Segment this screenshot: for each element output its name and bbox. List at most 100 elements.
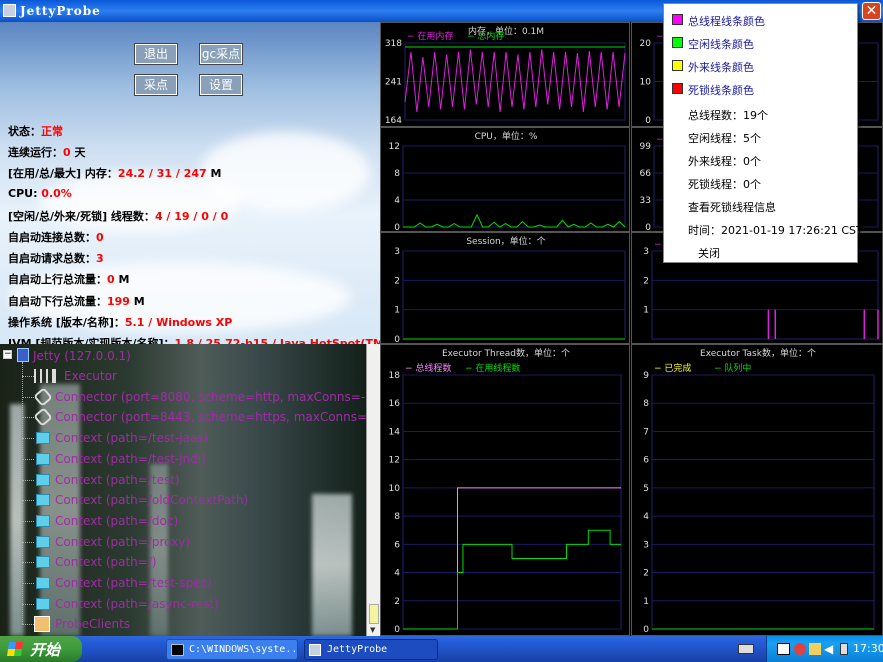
window-title: JettyProbe <box>20 4 101 18</box>
status-label: CPU: <box>8 186 42 200</box>
sample-button[interactable]: 采点 <box>134 74 178 96</box>
tree-node[interactable]: Connector (port=8080, scheme=http, maxCo… <box>55 387 366 407</box>
series-line <box>404 49 626 113</box>
chart-svg: Executor Task数，单位：个 − 已完成 − 队列中 9 8 7 6 5 4 3 2 1 0 <box>643 347 875 635</box>
tree-branch <box>22 624 34 626</box>
executor-icon <box>34 369 56 383</box>
tree-node[interactable]: Context (path=/async-rest) <box>55 594 219 614</box>
app-icon <box>3 4 16 17</box>
status-label: 自启动请求总数： <box>8 252 96 266</box>
status-unit: M <box>129 294 145 308</box>
y-tick-label: 1 <box>394 306 400 316</box>
volume-icon[interactable]: ◀ <box>824 642 833 656</box>
tree-line <box>22 362 23 624</box>
y-tick-label: 2 <box>394 276 400 286</box>
settings-button[interactable]: 设置 <box>199 74 243 96</box>
color-swatch-icon <box>672 60 683 71</box>
clock[interactable]: 17:30 <box>853 642 883 655</box>
collapse-toggle[interactable]: − <box>3 350 12 359</box>
tree-node[interactable]: Context (path=/test-jaas) <box>55 428 208 448</box>
plot-frame <box>651 250 879 340</box>
tree-node[interactable]: Context (path=/test) <box>55 470 180 490</box>
status-row: 自启动下行总流量：199 M <box>8 293 145 309</box>
security-icon[interactable] <box>794 643 806 655</box>
y-tick-label: 12 <box>389 142 400 152</box>
chart-panel: Executor Task数，单位：个 − 已完成 − 队列中 9 8 7 6 5 4 3 2 1 0 <box>631 344 883 636</box>
folder-icon <box>36 494 50 507</box>
keyboard-icon[interactable] <box>738 644 754 654</box>
battery-icon[interactable] <box>840 643 848 655</box>
exit-button[interactable]: 退出 <box>134 43 178 65</box>
network-icon[interactable] <box>777 643 790 655</box>
status-label: 状态： <box>8 125 41 138</box>
color-menu-item[interactable]: 外来线条颜色 <box>688 59 754 75</box>
y-tick-label: 0 <box>394 625 400 635</box>
tree-node[interactable]: Context (path=/doc) <box>55 511 178 531</box>
y-tick-label: 8 <box>394 169 400 179</box>
taskbar: 开始 C:\WINDOWS\syste... JettyProbe ◀ 17:3… <box>0 636 883 662</box>
popup-close-menu-item[interactable]: 关闭 <box>698 245 720 261</box>
y-tick-label: 14 <box>389 427 401 437</box>
color-menu-item[interactable]: 死锁线条颜色 <box>688 82 754 98</box>
tree-branch <box>22 376 34 377</box>
y-tick-label: 1 <box>643 597 649 607</box>
tree-node[interactable]: Context (path=/) <box>55 552 157 572</box>
legend-entry: − 已完成 <box>654 362 691 374</box>
plot-frame <box>402 374 622 630</box>
y-tick-label: 10 <box>640 78 652 88</box>
scroll-down-arrow-icon[interactable]: ▼ <box>370 626 375 634</box>
status-value: 4 / 19 / 0 / 0 <box>154 209 229 223</box>
status-label: 连续运行： <box>8 146 63 160</box>
status-value: 5.1 / Windows XP <box>124 315 233 329</box>
y-tick-label: 4 <box>394 196 400 206</box>
chart-svg: 内存，单位：0.1M− 在用内存 − 总内存318241164 <box>385 25 626 126</box>
status-row: 自启动请求总数：3 <box>8 250 104 266</box>
tree-branch <box>22 520 34 522</box>
folder-icon <box>36 514 50 527</box>
chart-svg: Executor Thread数，单位：个 − 总线程数 − 在用线程数 18 16 14… <box>389 347 622 635</box>
gc-sample-button[interactable]: gc采点 <box>199 43 243 65</box>
legend-entry: − 在用内存 <box>407 30 453 42</box>
color-menu-item[interactable]: 总线程线条颜色 <box>688 13 765 29</box>
y-tick-label: 0 <box>645 116 651 126</box>
y-tick-label: 4 <box>394 569 400 579</box>
y-tick-label: 66 <box>640 169 652 179</box>
status-label: [空闲/总/外来/死锁] 线程数： <box>8 209 155 223</box>
color-menu-item[interactable]: 空闲线条颜色 <box>688 36 754 52</box>
view-deadlock-menu-item[interactable]: 查看死锁线程信息 <box>688 199 776 215</box>
status-value: 3 <box>96 252 104 266</box>
y-tick-label: 20 <box>640 39 652 49</box>
taskbar-cmd-button[interactable]: C:\WINDOWS\syste... <box>166 639 298 660</box>
tree-node[interactable]: ProbeClients <box>55 614 130 634</box>
tree-node[interactable]: Context (path=/test-jndi) <box>55 449 206 469</box>
start-button[interactable]: 开始 <box>0 636 82 662</box>
y-tick-label: 18 <box>389 371 401 381</box>
taskbar-jettyprobe-button[interactable]: JettyProbe <box>304 639 438 660</box>
chart-title: Executor Thread数，单位：个 <box>442 347 570 359</box>
popup-time-text: 时间：2021-01-19 17:26:21 CST <box>688 224 863 237</box>
y-tick-label: 5 <box>643 484 649 494</box>
color-swatch-icon <box>672 14 683 25</box>
status-row: [空闲/总/外来/死锁] 线程数：4 / 19 / 0 / 0 <box>8 208 228 224</box>
taskbar-cmd-label: C:\WINDOWS\syste... <box>189 644 298 655</box>
chart-svg: Session，单位：个3210 <box>394 235 626 345</box>
tree-branch <box>22 583 34 584</box>
tree-node[interactable]: Context (path=/test-spec) <box>55 573 212 593</box>
status-value: 正常 <box>41 125 63 138</box>
server-icon <box>17 348 29 362</box>
tree-node[interactable]: Executor <box>64 366 117 386</box>
tree-scrollbar[interactable]: ▼ <box>366 344 380 636</box>
series-line <box>403 213 626 228</box>
device-icon[interactable] <box>809 643 821 655</box>
system-tray: ◀ 17:30 <box>766 636 883 662</box>
clients-icon <box>34 616 50 633</box>
y-tick-label: 8 <box>643 399 649 409</box>
window-close-button[interactable]: ✕ <box>862 2 881 20</box>
tree-root[interactable]: Jetty (127.0.0.1) <box>33 346 131 366</box>
tree-node[interactable]: Connector (port=8443, scheme=https, maxC… <box>55 407 366 427</box>
tree-node[interactable]: Context (path=/proxy) <box>55 532 190 552</box>
folder-icon <box>36 535 50 548</box>
y-tick-label: 318 <box>385 39 402 49</box>
tree-node[interactable]: Context (path=/oldContextPath) <box>55 490 248 510</box>
folder-icon <box>36 577 50 589</box>
